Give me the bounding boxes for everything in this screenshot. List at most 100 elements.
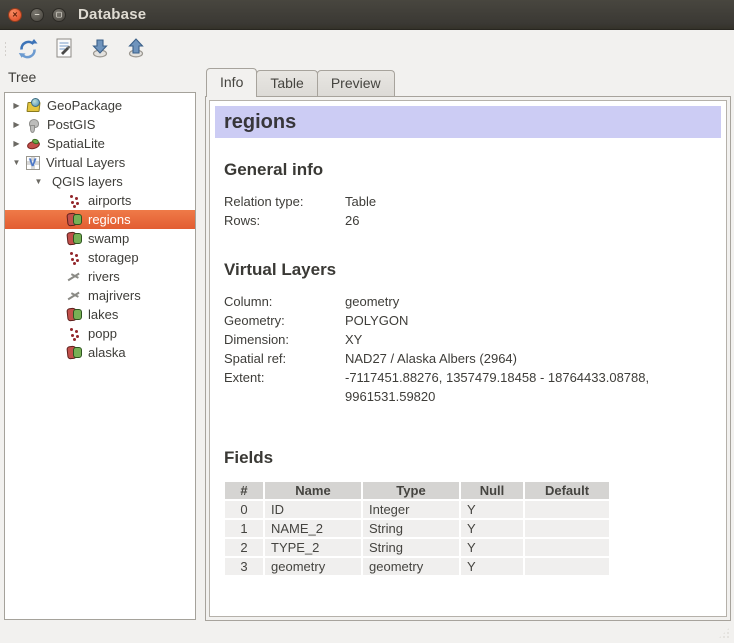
tree-item[interactable]: majrivers <box>5 286 195 305</box>
virtual-layers-rows: Column: geometry Geometry: POLYGON Dimen… <box>224 292 715 406</box>
info-row-value: 26 <box>345 211 359 230</box>
field-default <box>525 501 609 518</box>
maximize-glyph: ▢ <box>56 11 63 18</box>
tree-item-label: alaska <box>88 345 126 360</box>
info-row: Extent: -7117451.88276, 1357479.18458 - … <box>224 368 715 406</box>
field-type: String <box>363 539 459 556</box>
tab[interactable]: Table <box>256 70 317 97</box>
layer-title: regions <box>224 111 296 133</box>
layer-type-icon <box>67 307 82 322</box>
expander-icon[interactable] <box>10 139 23 148</box>
expander-icon[interactable] <box>10 158 23 167</box>
info-tabbar: Info Table Preview <box>206 70 394 97</box>
window-title: Database <box>78 0 146 29</box>
layer-type-icon <box>67 326 82 341</box>
info-row-label: Extent: <box>224 368 345 406</box>
resize-grip-icon[interactable] <box>718 627 730 639</box>
col-header: Default <box>525 482 609 499</box>
tree-item[interactable]: PostGIS <box>5 115 195 134</box>
col-header: Name <box>265 482 361 499</box>
field-row: 0 ID Integer Y <box>225 501 609 518</box>
expander-icon[interactable] <box>32 177 45 186</box>
close-icon[interactable]: × <box>8 8 22 22</box>
tree-item[interactable]: rivers <box>5 267 195 286</box>
toolbar-drag-handle[interactable] <box>4 41 7 56</box>
layer-type-icon <box>67 250 82 265</box>
tree-item-label: lakes <box>88 307 118 322</box>
tree-item[interactable]: swamp <box>5 229 195 248</box>
layer-type-icon <box>67 212 82 227</box>
tree-dock-title: Tree <box>8 69 36 85</box>
titlebar: × − ▢ Database <box>0 0 734 30</box>
info-row: Spatial ref: NAD27 / Alaska Albers (2964… <box>224 349 715 368</box>
tree-item[interactable]: lakes <box>5 305 195 324</box>
export-layer-icon <box>125 37 147 59</box>
layer-type-icon <box>26 117 41 132</box>
field-default <box>525 558 609 575</box>
db-tree: GeoPackage PostGIS SpatiaLite Virtual La… <box>4 92 196 620</box>
info-row-label: Dimension: <box>224 330 345 349</box>
tree-item-label: airports <box>88 193 131 208</box>
field-num: 3 <box>225 558 263 575</box>
col-header: Type <box>363 482 459 499</box>
field-num: 0 <box>225 501 263 518</box>
sql-window-button[interactable] <box>50 34 78 62</box>
tab[interactable]: Preview <box>317 70 395 97</box>
tree-item[interactable]: GeoPackage <box>5 96 195 115</box>
info-scroll-area[interactable]: regions General info Relation type: Tabl… <box>209 100 727 617</box>
refresh-button[interactable] <box>14 34 42 62</box>
info-row-value: geometry <box>345 292 399 311</box>
tree-item[interactable]: Virtual Layers <box>5 153 195 172</box>
import-layer-icon <box>89 37 111 59</box>
general-info-rows: Relation type: Table Rows: 26 <box>224 192 715 230</box>
tree-item-label: regions <box>88 212 131 227</box>
info-row-value: POLYGON <box>345 311 408 330</box>
tree-item-label: storagep <box>88 250 139 265</box>
field-default <box>525 520 609 537</box>
layer-type-icon <box>67 345 82 360</box>
layer-type-icon <box>67 231 82 246</box>
info-row-value: -7117451.88276, 1357479.18458 - 18764433… <box>345 368 715 406</box>
minimize-glyph: − <box>34 10 39 19</box>
tree-item-label: QGIS layers <box>52 174 123 189</box>
tree-item-label: popp <box>88 326 117 341</box>
layer-type-icon <box>26 156 40 170</box>
field-default <box>525 539 609 556</box>
expander-icon[interactable] <box>10 120 23 129</box>
info-content: General info Relation type: Table Rows: … <box>215 160 721 577</box>
minimize-icon[interactable]: − <box>30 8 44 22</box>
tree-item[interactable]: storagep <box>5 248 195 267</box>
field-name: ID <box>265 501 361 518</box>
tree-item-label: majrivers <box>88 288 141 303</box>
tree-item[interactable]: airports <box>5 191 195 210</box>
tree-item[interactable]: SpatiaLite <box>5 134 195 153</box>
info-row: Geometry: POLYGON <box>224 311 715 330</box>
field-type: String <box>363 520 459 537</box>
info-row-value: NAD27 / Alaska Albers (2964) <box>345 349 517 368</box>
info-row-label: Geometry: <box>224 311 345 330</box>
tree-item[interactable]: popp <box>5 324 195 343</box>
info-row: Rows: 26 <box>224 211 715 230</box>
field-row: 3 geometry geometry Y <box>225 558 609 575</box>
info-row-value: Table <box>345 192 376 211</box>
tree-item[interactable]: QGIS layers <box>5 172 195 191</box>
field-row: 1 NAME_2 String Y <box>225 520 609 537</box>
field-name: NAME_2 <box>265 520 361 537</box>
info-row-label: Relation type: <box>224 192 345 211</box>
tab[interactable]: Info <box>206 68 257 97</box>
tree-item[interactable]: alaska <box>5 343 195 362</box>
fields-table: # Name Type Null Default 0 ID Integer <box>223 480 611 577</box>
tree-item[interactable]: regions <box>5 210 195 229</box>
import-layer-button[interactable] <box>86 34 114 62</box>
field-row: 2 TYPE_2 String Y <box>225 539 609 556</box>
expander-icon[interactable] <box>10 101 23 110</box>
maximize-icon[interactable]: ▢ <box>52 8 66 22</box>
fields-heading: Fields <box>224 448 715 468</box>
toolbar <box>0 30 734 66</box>
field-null: Y <box>461 558 523 575</box>
export-layer-button[interactable] <box>122 34 150 62</box>
field-null: Y <box>461 501 523 518</box>
layer-type-icon <box>67 193 82 208</box>
info-row-value: XY <box>345 330 362 349</box>
field-num: 1 <box>225 520 263 537</box>
